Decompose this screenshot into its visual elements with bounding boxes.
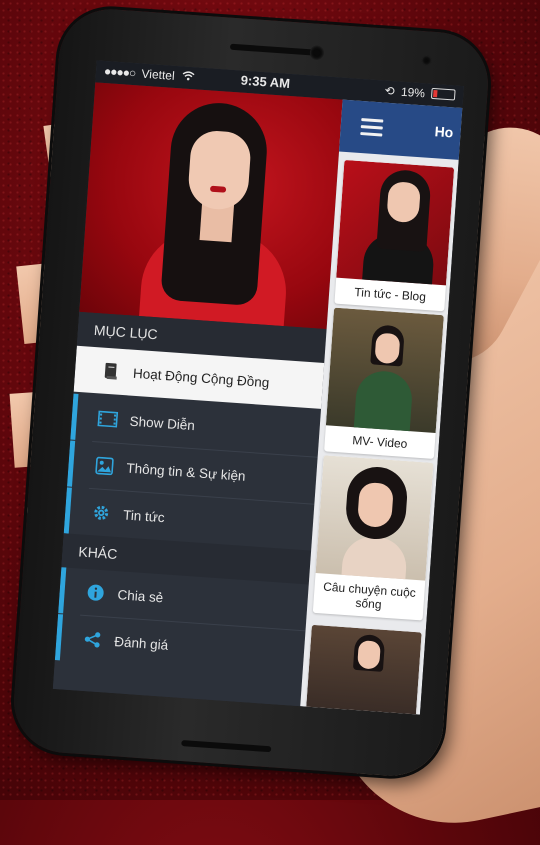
selection-indicator — [55, 614, 63, 660]
card-image — [336, 160, 454, 285]
menu-item-label: Tin tức — [123, 507, 165, 525]
carrier-info: ●●●●○ Viettel — [104, 64, 196, 84]
menu-item-label: Show Diễn — [129, 413, 195, 433]
category-card-news-blog[interactable]: Tin tức - Blog — [334, 160, 454, 311]
status-time: 9:35 AM — [240, 73, 290, 91]
hamburger-menu-icon[interactable] — [360, 118, 383, 137]
menu-item-label: Hoạt Động Cộng Đồng — [133, 365, 270, 389]
portrait-lips — [210, 186, 226, 193]
selection-indicator — [64, 487, 72, 533]
menu-item-label: Thông tin & Sự kiện — [126, 460, 246, 483]
carrier-label: Viettel — [141, 67, 175, 83]
menu-item-label: Chia sẻ — [117, 587, 164, 605]
card-caption: Câu chuyện cuộc sống — [313, 573, 426, 621]
share-icon — [82, 629, 103, 650]
wifi-icon — [181, 69, 195, 84]
category-card-mv-video[interactable]: MV- Video — [324, 308, 444, 459]
drawer-header-image — [79, 82, 342, 329]
battery-percent: 19% — [400, 85, 425, 101]
image-icon — [94, 455, 115, 476]
navigation-drawer: MỤC LỤC Hoạt Động Cộng Đồng Show Diễn — [53, 82, 343, 706]
phone-speaker — [230, 44, 320, 56]
battery-info: ⟲ 19% — [384, 84, 456, 103]
proximity-sensor — [421, 55, 432, 66]
category-card[interactable] — [304, 625, 422, 715]
card-image — [304, 625, 422, 715]
info-icon — [85, 582, 106, 603]
gear-icon — [91, 502, 112, 523]
phone-device: ●●●●○ Viettel 9:35 AM ⟲ 19% M — [11, 6, 492, 779]
rotation-lock-icon: ⟲ — [384, 84, 395, 99]
film-icon — [97, 408, 118, 429]
toolbar-title: Ho — [434, 123, 454, 140]
selection-indicator — [58, 567, 66, 613]
front-camera — [309, 45, 324, 60]
battery-icon — [431, 88, 456, 101]
menu-item-label: Đánh giá — [114, 634, 169, 653]
signal-icon: ●●●●○ — [104, 64, 136, 80]
phone-bottom-speaker — [181, 740, 271, 752]
category-card-life-story[interactable]: Câu chuyện cuộc sống — [313, 455, 434, 620]
app-toolbar: Ho — [339, 100, 462, 160]
selection-indicator — [67, 441, 75, 487]
app-screen: ●●●●○ Viettel 9:35 AM ⟲ 19% M — [53, 60, 464, 714]
card-image — [316, 455, 434, 580]
selection-indicator — [70, 394, 78, 440]
book-icon — [100, 361, 121, 382]
card-image — [326, 308, 444, 433]
